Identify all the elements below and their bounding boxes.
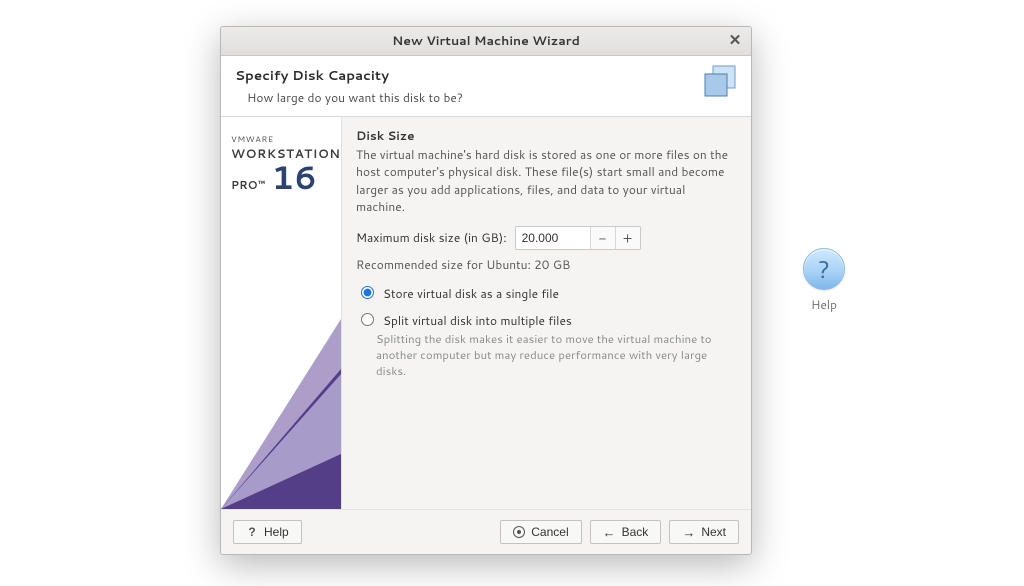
back-button-label: Back (622, 525, 649, 539)
cancel-button-label: Cancel (531, 525, 568, 539)
disks-icon (701, 64, 741, 102)
stepper-plus[interactable]: + (615, 227, 640, 249)
radio-single[interactable] (361, 286, 374, 299)
option-single-file[interactable]: Store virtual disk as a single file (356, 285, 737, 302)
max-disk-label: Maximum disk size (in GB): (356, 229, 507, 246)
back-button[interactable]: ← Back (590, 520, 662, 544)
desktop-help-label: Help (800, 296, 848, 313)
help-glyph: ? (818, 252, 830, 286)
page-title: Specify Disk Capacity (235, 66, 677, 85)
arrow-left-icon: ← (603, 526, 616, 539)
close-button[interactable]: ✕ (725, 31, 745, 51)
brand-version: 16 (271, 162, 317, 194)
desktop-help-shortcut[interactable]: ? Help (800, 248, 848, 313)
wizard-footer: ? Help Cancel ← Back → Next (221, 509, 751, 554)
help-button-label: Help (264, 525, 289, 539)
window-title: New Virtual Machine Wizard (221, 32, 751, 50)
brand-sidebar: VMWARE WORKSTATION PRO™ 16 (221, 117, 342, 509)
wizard-header: Specify Disk Capacity How large do you w… (221, 56, 751, 117)
help-button[interactable]: ? Help (233, 520, 302, 544)
max-disk-field: − + (515, 226, 641, 250)
next-button-label: Next (701, 525, 726, 539)
max-disk-row: Maximum disk size (in GB): − + (356, 226, 737, 250)
option-split-files[interactable]: Split virtual disk into multiple files (356, 312, 737, 329)
stepper-minus[interactable]: − (590, 227, 615, 249)
option-split-hint: Splitting the disk makes it easier to mo… (376, 331, 737, 379)
next-button[interactable]: → Next (669, 520, 739, 544)
disk-storage-options: Store virtual disk as a single file Spli… (356, 285, 737, 379)
arrow-right-icon: → (682, 526, 695, 539)
option-single-label: Store virtual disk as a single file (383, 285, 559, 302)
recommended-size-text: Recommended size for Ubuntu: 20 GB (356, 256, 737, 273)
radio-split[interactable] (361, 313, 374, 326)
option-split-label: Split virtual disk into multiple files (383, 312, 572, 329)
disk-description: The virtual machine's hard disk is store… (356, 146, 737, 216)
cancel-button[interactable]: Cancel (500, 520, 581, 544)
page-subtitle: How large do you want this disk to be? (247, 89, 677, 106)
brand-edition: PRO™ (231, 177, 265, 193)
brand-company: VMWARE (231, 133, 331, 145)
section-title-disk-size: Disk Size (356, 127, 737, 144)
title-bar[interactable]: New Virtual Machine Wizard ✕ (221, 27, 751, 56)
question-icon: ? (246, 525, 258, 539)
wizard-main: Disk Size The virtual machine's hard dis… (342, 117, 751, 509)
max-disk-input[interactable] (516, 227, 590, 249)
wizard-window: New Virtual Machine Wizard ✕ Specify Dis… (220, 26, 752, 555)
brand-graphic (221, 319, 341, 509)
help-icon: ? (803, 248, 845, 290)
cancel-icon (513, 526, 525, 538)
